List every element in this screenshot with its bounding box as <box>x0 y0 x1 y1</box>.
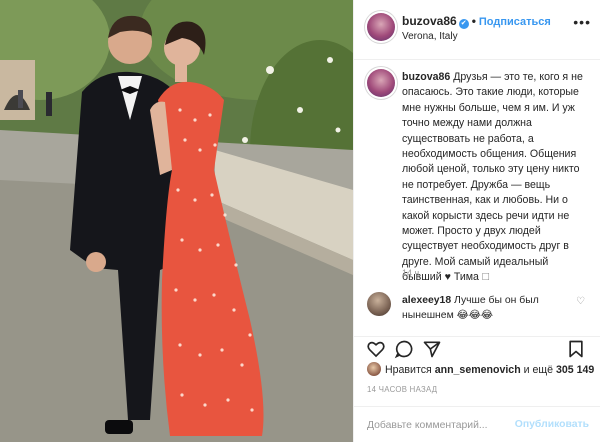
comment-input[interactable] <box>367 416 517 434</box>
publish-button[interactable]: Опубликовать <box>515 419 589 430</box>
post-actions <box>354 336 600 360</box>
likes-count[interactable]: 305 149 <box>556 364 594 376</box>
likes-prefix: Нравится <box>385 364 432 376</box>
post-caption: buzova86 Друзья — это те, кого я не опас… <box>354 60 600 288</box>
post-photo[interactable] <box>0 0 353 442</box>
comment-username[interactable]: alexeey18 <box>402 295 451 306</box>
comment-text-block: alexeey18 Лучше бы он был нынешнем 😂😂😂 <box>402 293 562 323</box>
caption-time: 14 ч. <box>402 268 422 278</box>
share-button[interactable] <box>422 337 446 361</box>
caption-body: Друзья — это те, кого я не опасаюсь. Это… <box>402 71 583 284</box>
comment-icon <box>394 340 413 359</box>
comment-item: alexeey18 Лучше бы он был нынешнем 😂😂😂 ♡ <box>354 288 600 336</box>
header-user-row: buzova86 ✔ • Подписаться <box>402 14 551 29</box>
save-button[interactable] <box>566 337 590 361</box>
liker-avatar <box>367 362 381 376</box>
verified-badge-icon: ✔ <box>458 19 469 29</box>
bookmark-icon <box>569 340 583 358</box>
liker-username[interactable]: ann_semenovich <box>435 364 521 376</box>
post-location[interactable]: Verona, Italy <box>402 31 458 42</box>
likes-middle: и ещё <box>523 364 553 376</box>
caption-author-avatar[interactable] <box>367 69 395 97</box>
author-avatar[interactable] <box>367 13 395 41</box>
likes-summary: Нравится ann_semenovich и ещё 305 149 <box>367 362 594 376</box>
follow-button[interactable]: Подписаться <box>479 16 551 28</box>
post-photo-image <box>0 0 353 442</box>
caption-username[interactable]: buzova86 <box>402 71 450 83</box>
caption-text-block: buzova86 Друзья — это те, кого я не опас… <box>402 70 590 286</box>
author-username[interactable]: buzova86 <box>402 14 457 28</box>
heart-icon <box>367 341 385 358</box>
more-options-icon[interactable]: ••• <box>573 14 591 30</box>
add-comment-bar: Опубликовать <box>354 406 600 442</box>
comment-like-icon[interactable]: ♡ <box>576 296 585 307</box>
comment-button[interactable] <box>394 337 418 361</box>
header-separator: • <box>471 14 476 28</box>
share-icon <box>423 341 441 358</box>
post-header: buzova86 ✔ • Подписаться Verona, Italy ••• <box>354 0 600 60</box>
commenter-avatar[interactable] <box>367 292 391 316</box>
post-timestamp[interactable]: 14 ЧАСОВ НАЗАД <box>367 385 437 394</box>
like-button[interactable] <box>366 337 390 361</box>
post-panel: buzova86 ✔ • Подписаться Verona, Italy ••• … <box>353 0 600 442</box>
